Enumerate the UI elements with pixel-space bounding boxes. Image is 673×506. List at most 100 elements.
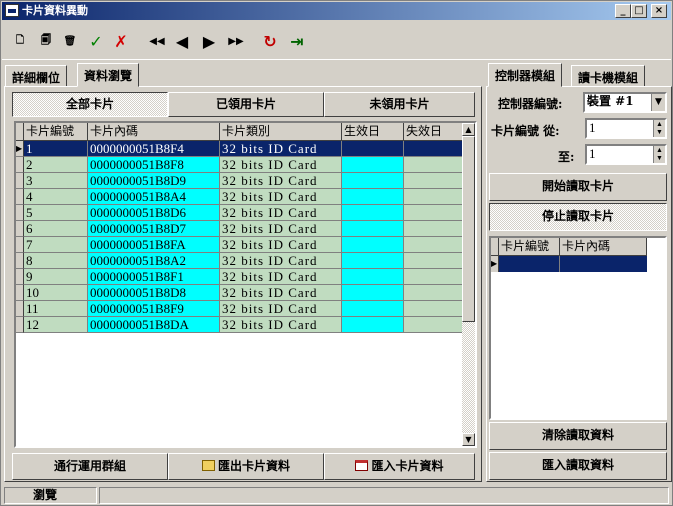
cell-start-date[interactable] (342, 269, 404, 285)
header-card-code[interactable]: 卡片內碼 (88, 123, 220, 141)
scroll-thumb[interactable] (462, 136, 475, 322)
export-cards-button[interactable]: 匯出卡片資料 (168, 453, 324, 480)
row-indicator[interactable] (16, 301, 24, 317)
table-row[interactable]: 4 0000000051B8A4 32 bits ID Card (16, 189, 464, 205)
read-table-row[interactable] (499, 256, 560, 272)
table-row[interactable]: 10 0000000051B8D8 32 bits ID Card (16, 285, 464, 301)
cell-end-date[interactable] (404, 269, 464, 285)
table-row[interactable]: 7 0000000051B8FA 32 bits ID Card (16, 237, 464, 253)
cell-end-date[interactable] (404, 317, 464, 333)
row-indicator[interactable] (16, 189, 24, 205)
row-indicator[interactable] (16, 157, 24, 173)
header-card-no[interactable]: 卡片編號 (24, 123, 88, 141)
filter-unused-cards-button[interactable]: 未領用卡片 (324, 92, 475, 117)
cell-end-date[interactable] (404, 189, 464, 205)
cell-card-type[interactable]: 32 bits ID Card (220, 189, 342, 205)
cell-start-date[interactable] (342, 221, 404, 237)
header-start-date[interactable]: 生效日 (342, 123, 404, 141)
table-vertical-scrollbar[interactable]: ▲ ▼ (462, 123, 475, 446)
minimize-button[interactable]: _ (615, 4, 631, 18)
cancel-icon[interactable]: ✗ (109, 29, 133, 53)
cell-card-code[interactable]: 0000000051B8F9 (88, 301, 220, 317)
delete-icon[interactable]: 🗑 (58, 29, 82, 53)
header-card-type[interactable]: 卡片類別 (220, 123, 342, 141)
read-cards-table[interactable]: 卡片編號 卡片內碼 ▶ (489, 236, 667, 420)
cell-card-type[interactable]: 32 bits ID Card (220, 141, 342, 157)
cell-end-date[interactable] (404, 285, 464, 301)
table-row[interactable]: 12 0000000051B8DA 32 bits ID Card (16, 317, 464, 333)
chevron-down-icon[interactable]: ▼ (651, 94, 665, 111)
prev-icon[interactable]: ◀ (170, 29, 194, 53)
row-indicator[interactable] (16, 317, 24, 333)
table-row[interactable]: 8 0000000051B8A2 32 bits ID Card (16, 253, 464, 269)
table-row[interactable]: 6 0000000051B8D7 32 bits ID Card (16, 221, 464, 237)
cell-card-code[interactable]: 0000000051B8D8 (88, 285, 220, 301)
row-indicator[interactable] (16, 173, 24, 189)
row-indicator[interactable] (16, 285, 24, 301)
tab-controller-module[interactable]: 控制器模組 (488, 63, 563, 87)
cell-end-date[interactable] (404, 173, 464, 189)
row-indicator[interactable] (16, 253, 24, 269)
card-to-input[interactable]: 1 ▲ ▼ (585, 144, 667, 165)
cell-card-no[interactable]: 5 (24, 205, 88, 221)
row-pointer-icon[interactable]: ▶ (16, 141, 24, 157)
row-indicator[interactable] (16, 221, 24, 237)
cell-start-date[interactable] (342, 285, 404, 301)
row-indicator[interactable] (16, 205, 24, 221)
cell-end-date[interactable] (404, 237, 464, 253)
maximize-button[interactable]: □ (631, 4, 647, 18)
first-icon[interactable]: ◀◀ (145, 29, 169, 53)
tab-data-browse[interactable]: 資料瀏覽 (77, 63, 140, 87)
cell-card-type[interactable]: 32 bits ID Card (220, 205, 342, 221)
cell-start-date[interactable] (342, 205, 404, 221)
cell-card-type[interactable]: 32 bits ID Card (220, 173, 342, 189)
header-end-date[interactable]: 失效日 (404, 123, 464, 141)
new-icon[interactable]: 🗋 (8, 29, 32, 53)
cell-start-date[interactable] (342, 301, 404, 317)
card-to-spinner-icon[interactable]: ▲ ▼ (653, 146, 665, 163)
cell-end-date[interactable] (404, 253, 464, 269)
last-icon[interactable]: ▶▶ (224, 29, 248, 53)
cell-card-no[interactable]: 10 (24, 285, 88, 301)
read-header-card-code[interactable]: 卡片內碼 (560, 238, 647, 256)
cell-card-no[interactable]: 6 (24, 221, 88, 237)
table-row[interactable]: 5 0000000051B8D6 32 bits ID Card (16, 205, 464, 221)
cell-card-no[interactable]: 7 (24, 237, 88, 253)
cell-start-date[interactable] (342, 141, 404, 157)
cell-card-no[interactable]: 4 (24, 189, 88, 205)
cell-card-type[interactable]: 32 bits ID Card (220, 269, 342, 285)
cell-card-code[interactable]: 0000000051B8A2 (88, 253, 220, 269)
cell-end-date[interactable] (404, 205, 464, 221)
cell-card-no[interactable]: 11 (24, 301, 88, 317)
filter-used-cards-button[interactable]: 已領用卡片 (168, 92, 324, 117)
import-read-data-button[interactable]: 匯入讀取資料 (489, 452, 667, 480)
read-header-card-no[interactable]: 卡片編號 (499, 238, 560, 256)
table-row[interactable]: 11 0000000051B8F9 32 bits ID Card (16, 301, 464, 317)
tab-reader-module[interactable]: 讀卡機模組 (571, 65, 646, 87)
cell-card-code[interactable]: 0000000051B8F4 (88, 141, 220, 157)
cell-start-date[interactable] (342, 237, 404, 253)
cell-start-date[interactable] (342, 157, 404, 173)
cell-card-no[interactable]: 8 (24, 253, 88, 269)
read-table-row-code[interactable] (560, 256, 647, 272)
cell-card-code[interactable]: 0000000051B8F8 (88, 157, 220, 173)
cell-card-no[interactable]: 2 (24, 157, 88, 173)
cell-card-code[interactable]: 0000000051B8D7 (88, 221, 220, 237)
close-button[interactable]: × (651, 4, 667, 18)
next-icon[interactable]: ▶ (197, 29, 221, 53)
card-from-spinner-icon[interactable]: ▲ ▼ (653, 120, 665, 137)
controller-select[interactable]: 裝置 #1 ▼ (583, 92, 667, 113)
cell-end-date[interactable] (404, 221, 464, 237)
table-row[interactable]: 2 0000000051B8F8 32 bits ID Card (16, 157, 464, 173)
confirm-icon[interactable]: ✓ (84, 29, 108, 53)
table-row[interactable]: ▶ 1 0000000051B8F4 32 bits ID Card (16, 141, 464, 157)
filter-all-cards-button[interactable]: 全部卡片 (12, 92, 168, 117)
cell-start-date[interactable] (342, 253, 404, 269)
start-read-button[interactable]: 開始讀取卡片 (489, 173, 667, 201)
cell-card-type[interactable]: 32 bits ID Card (220, 157, 342, 173)
access-group-button[interactable]: 通行運用群組 (12, 453, 168, 480)
cell-card-type[interactable]: 32 bits ID Card (220, 237, 342, 253)
table-row[interactable]: 9 0000000051B8F1 32 bits ID Card (16, 269, 464, 285)
title-bar[interactable]: 卡片資料異動 _ □ × (2, 2, 671, 20)
refresh-icon[interactable]: ↻ (258, 29, 282, 53)
